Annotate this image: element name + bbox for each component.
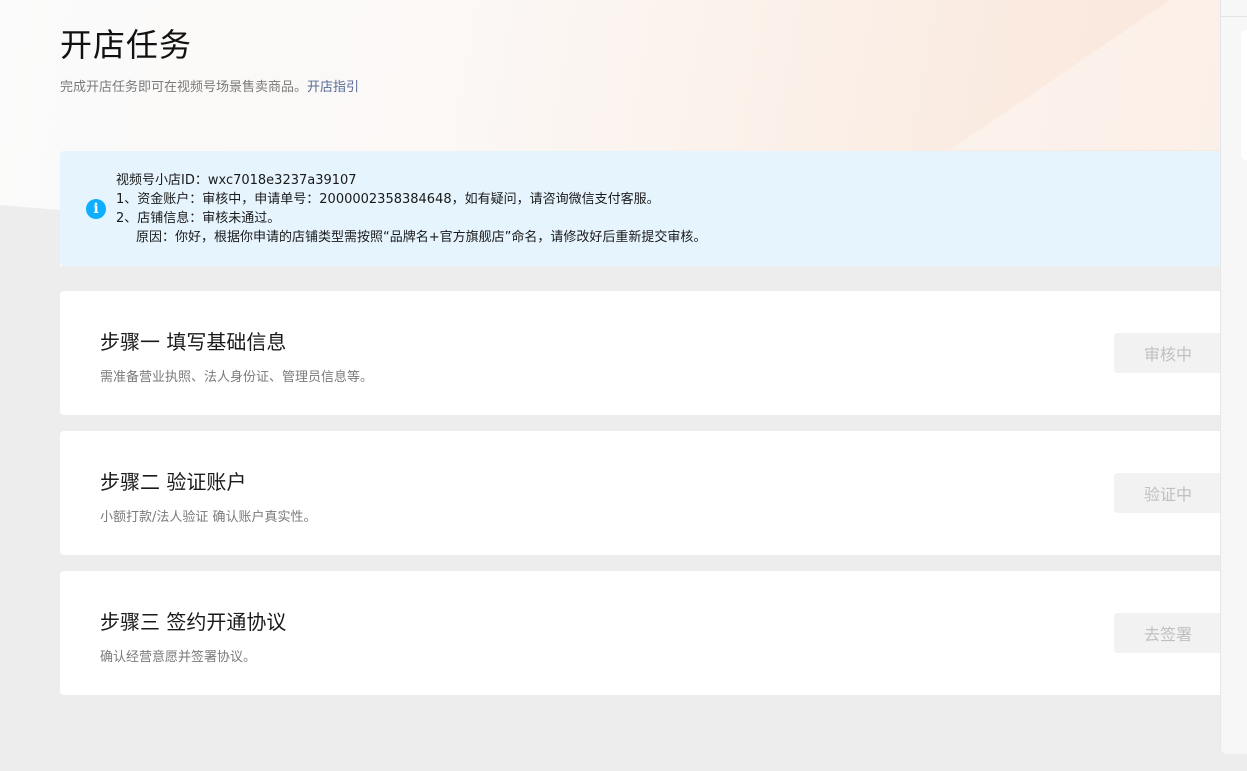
step-description: 小额打款/法人验证 确认账户真实性。: [100, 510, 317, 525]
status-notice: i 视频号小店ID：wxc7018e3237a39107 1、资金账户：审核中，…: [60, 151, 1230, 266]
subtitle-text: 完成开店任务即可在视频号场景售卖商品。: [60, 80, 308, 95]
info-icon: i: [86, 199, 106, 219]
side-panel-divider: [1221, 16, 1247, 17]
verifying-button[interactable]: 验证中: [1114, 473, 1230, 513]
step-title: 步骤二 验证账户: [100, 470, 247, 494]
side-panel-card: [1241, 30, 1247, 160]
step-description: 确认经营意愿并签署协议。: [100, 650, 257, 665]
step-card-basic-info: 步骤一 填写基础信息 需准备营业执照、法人身份证、管理员信息等。 审核中: [60, 291, 1230, 415]
notice-fund-account: 1、资金账户：审核中，申请单号：2000002358384648，如有疑问，请咨…: [116, 192, 660, 207]
step-card-verify-account: 步骤二 验证账户 小额打款/法人验证 确认账户真实性。 验证中: [60, 431, 1230, 555]
notice-text: 视频号小店ID：wxc7018e3237a39107 1、资金账户：审核中，申请…: [116, 171, 706, 247]
page-title: 开店任务: [60, 26, 193, 64]
sign-agreement-button[interactable]: 去签署: [1114, 613, 1230, 653]
step-card-sign-agreement: 步骤三 签约开通协议 确认经营意愿并签署协议。 去签署: [60, 571, 1230, 695]
shop-guide-link[interactable]: 开店指引: [307, 80, 359, 95]
side-panel: [1220, 0, 1247, 754]
page-subtitle: 完成开店任务即可在视频号场景售卖商品。开店指引: [60, 76, 359, 95]
reviewing-button[interactable]: 审核中: [1114, 333, 1230, 373]
step-title: 步骤三 签约开通协议: [100, 610, 287, 634]
step-description: 需准备营业执照、法人身份证、管理员信息等。: [100, 370, 374, 385]
notice-shop-id: 视频号小店ID：wxc7018e3237a39107: [116, 173, 357, 188]
notice-shop-info: 2、店铺信息：审核未通过。: [116, 211, 281, 226]
step-title: 步骤一 填写基础信息: [100, 330, 287, 354]
notice-reject-reason: 原因：你好，根据你申请的店铺类型需按照“品牌名+官方旗舰店”命名，请修改好后重新…: [136, 230, 707, 245]
